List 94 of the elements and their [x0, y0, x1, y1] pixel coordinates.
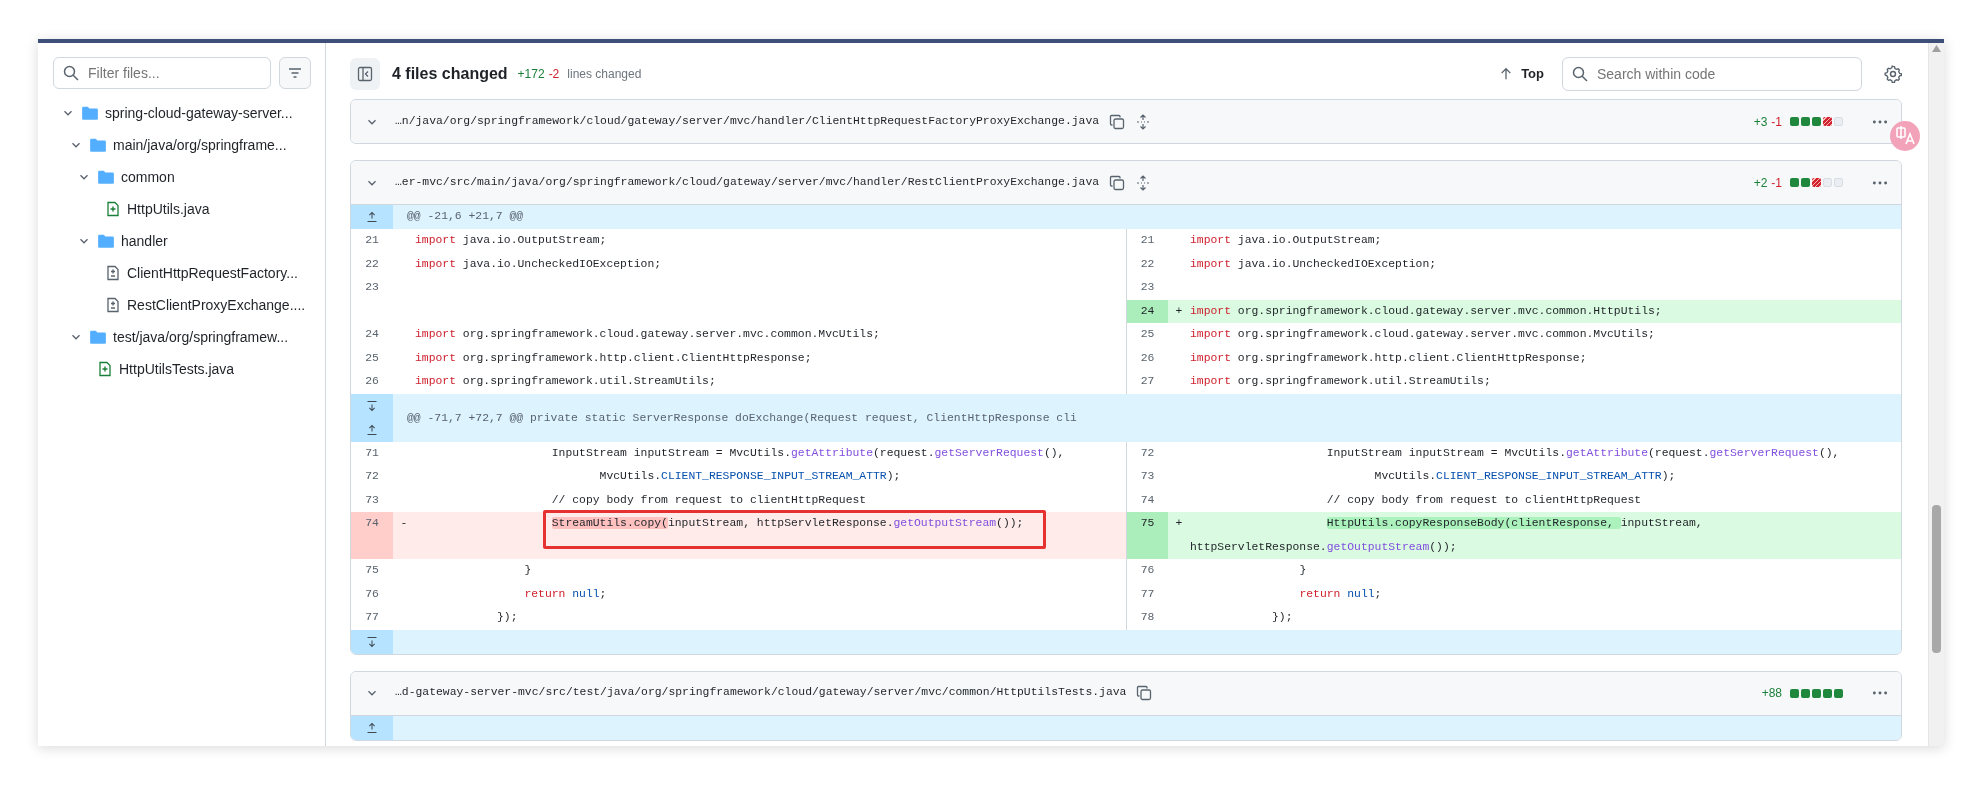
file-item[interactable]: HttpUtils.java — [53, 193, 311, 225]
file-path: …n/java/org/springframework/cloud/gateway/server/mvc/handler/ClientHttpRequestFactoryProxyExchange.java — [395, 113, 1100, 129]
folder-item[interactable]: handler — [53, 225, 311, 257]
scrollbar-thumb[interactable] — [1932, 505, 1941, 653]
diff-sign: + — [1168, 299, 1190, 323]
code-line: import java.io.UncheckedIOException; — [415, 256, 663, 272]
diff-sign: - — [393, 512, 415, 559]
code-line: // copy body from request to clientHttpRequest — [1325, 492, 1643, 508]
code-line: import org.springframework.cloud.gateway.server.mvc.common.HttpUtils; — [1190, 303, 1663, 319]
file-path: …er-mvc/src/main/java/org/springframework/cloud/gateway/server/mvc/handler/RestClientProxyExchange.java — [395, 174, 1100, 190]
code-line: } — [1298, 563, 1308, 578]
scrollbar[interactable] — [1928, 43, 1944, 746]
item-label: HttpUtilsTests.java — [119, 359, 235, 379]
item-label: common — [121, 167, 175, 187]
item-label: main/java/org/springframe... — [113, 135, 287, 155]
file-path: …d-gateway-server-mvc/src/test/java/org/springframework/cloud/gateway/server/mvc/common/HttpUtilsTests.java — [395, 685, 1127, 701]
item-label: handler — [121, 231, 168, 251]
folder-item[interactable]: spring-cloud-gateway-server... — [53, 97, 311, 129]
code-line: MvcUtils.CLIENT_RESPONSE_INPUT_STREAM_ATTR); — [1373, 469, 1677, 484]
code-line: StreamUtils.copy(inputStream, httpServletResponse.getOutputStream()); — [550, 516, 1025, 531]
hunk-header: @@ -71,7 +72,7 @@ private static ServerResponse doExchange(Request request, ClientHttpResponse cli — [393, 393, 1901, 442]
expand-up-icon — [366, 423, 378, 436]
code-line: import java.io.OutputStream; — [415, 233, 608, 248]
top-link[interactable]: Top — [1499, 64, 1544, 84]
folder-icon — [97, 232, 115, 250]
code-line: import org.springframework.cloud.gateway.server.mvc.common.MvcUtils; — [1190, 327, 1656, 342]
code-line: InputStream inputStream = MvcUtils.getAttribute(request.getServerRequest(), — [550, 445, 1066, 461]
code-search-field[interactable]: Search within code — [1562, 57, 1862, 91]
code-line: import org.springframework.cloud.gateway.server.mvc.common.MvcUtils; — [415, 327, 881, 342]
deletions-count: -1 — [1771, 174, 1782, 192]
diffstat-bar — [1790, 178, 1845, 187]
diff-sign: + — [1168, 512, 1190, 559]
item-label: RestClientProxyExchange.... — [127, 295, 306, 315]
code-line: }); — [1271, 610, 1294, 625]
arrow-up-icon — [1499, 67, 1514, 81]
lines-changed-label: lines changed — [567, 66, 642, 83]
expand-up-icon — [366, 721, 378, 734]
copy-icon[interactable] — [1109, 113, 1126, 130]
code-line: }); — [496, 610, 519, 625]
filter-icon — [287, 65, 303, 81]
additions-count: +172 — [517, 66, 545, 83]
item-label: ClientHttpRequestFactory... — [127, 263, 298, 283]
filter-field[interactable]: Filter files... — [53, 57, 271, 89]
diffstat-bar — [1790, 117, 1845, 126]
code-line: InputStream inputStream = MvcUtils.getAttribute(request.getServerRequest(), — [1325, 445, 1841, 461]
item-label: test/java/org/springframew... — [113, 327, 289, 347]
item-label: spring-cloud-gateway-server... — [105, 103, 293, 123]
expand-icon[interactable] — [1135, 174, 1152, 191]
diffstat-bar — [1790, 688, 1845, 698]
folder-icon — [81, 104, 99, 122]
code-line: import org.springframework.util.StreamUtils; — [1190, 374, 1492, 389]
search-icon — [63, 65, 79, 81]
folder-item[interactable]: test/java/org/springframew... — [53, 321, 311, 353]
copy-icon[interactable] — [1136, 685, 1153, 701]
folder-item[interactable]: main/java/org/springframe... — [53, 129, 311, 161]
file-item[interactable]: ClientHttpRequestFactory... — [53, 257, 311, 289]
additions-count: +3 — [1753, 113, 1768, 131]
code-line: // copy body from request to clientHttpRequest — [550, 492, 868, 508]
code-line: import org.springframework.http.client.ClientHttpResponse; — [1190, 350, 1588, 366]
search-icon — [1572, 66, 1588, 82]
hunk-header: @@ -21,6 +21,7 @@ — [393, 205, 1901, 229]
file-item[interactable]: HttpUtilsTests.java — [53, 353, 311, 385]
files-changed-title: 4 files changed — [392, 64, 508, 84]
settings-icon[interactable] — [1884, 65, 1902, 83]
folder-icon — [89, 136, 107, 154]
expand-down-icon — [366, 635, 378, 648]
sidebar-toggle-button[interactable] — [350, 58, 380, 90]
expand-down-icon — [366, 399, 378, 412]
code-line: return null; — [1298, 586, 1383, 602]
expand-up-icon — [366, 211, 378, 223]
sidebar-icon — [357, 66, 373, 82]
file-item[interactable]: RestClientProxyExchange.... — [53, 289, 311, 321]
additions-count: +88 — [1761, 685, 1782, 702]
code-line: import org.springframework.http.client.ClientHttpResponse; — [415, 350, 813, 366]
code-line: import java.io.UncheckedIOException; — [1190, 256, 1438, 272]
folder-icon — [89, 328, 107, 346]
expand-icon[interactable] — [1135, 113, 1152, 130]
code-line: } — [523, 563, 533, 578]
code-line: HttpUtils.copyResponseBody(clientResponse, inputStream, httpServletResponse.getOutputStream()); — [1190, 516, 1704, 555]
additions-count: +2 — [1753, 174, 1768, 192]
item-label: HttpUtils.java — [127, 199, 210, 219]
code-line: MvcUtils.CLIENT_RESPONSE_INPUT_STREAM_ATTR); — [598, 469, 902, 484]
deletions-count: -1 — [1771, 113, 1782, 131]
deletions-count: -2 — [548, 66, 560, 83]
line-number: 24 — [1126, 299, 1168, 323]
code-line: import java.io.OutputStream; — [1190, 233, 1383, 248]
filter-button[interactable] — [279, 57, 311, 89]
folder-icon — [97, 168, 115, 186]
code-line: return null; — [523, 586, 608, 602]
copy-icon[interactable] — [1109, 174, 1126, 191]
line-number: 74 — [351, 512, 393, 559]
folder-item[interactable]: common — [53, 161, 311, 193]
code-line: import org.springframework.util.StreamUtils; — [415, 374, 717, 389]
line-number: 75 — [1126, 512, 1168, 559]
